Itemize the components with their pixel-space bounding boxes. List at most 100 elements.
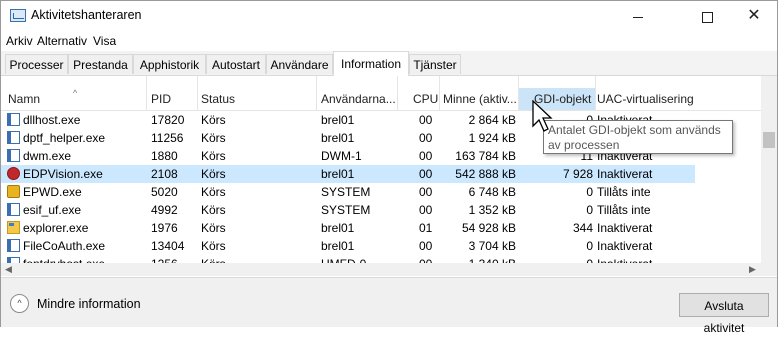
cell-status: Körs (201, 221, 226, 235)
menu-arkiv[interactable]: Arkiv (6, 34, 33, 48)
title-bar[interactable]: Aktivitetshanteraren ✕ (1, 1, 777, 31)
cell-cpu: 00 (419, 185, 433, 199)
maximize-button[interactable] (684, 1, 730, 31)
cell-user: SYSTEM (321, 185, 371, 199)
collapse-icon[interactable]: ^ (10, 294, 29, 313)
cell-memory: 2 864 kB (468, 113, 516, 127)
cell-uac: Tillåts inte (597, 185, 651, 199)
cell-name: esif_uf.exe (23, 203, 82, 217)
minimize-button[interactable] (615, 1, 661, 31)
cell-cpu: 01 (419, 221, 433, 235)
cell-pid: 4992 (151, 203, 178, 217)
column-header-uac[interactable]: UAC-virtualisering (597, 92, 694, 106)
cell-status: Körs (201, 149, 226, 163)
column-header-user[interactable]: Användarna... (321, 92, 396, 106)
task-manager-window: Aktivitetshanteraren ✕ Arkiv Alternativ … (0, 0, 778, 335)
cell-user: DWM-1 (321, 149, 362, 163)
cell-user: SYSTEM (321, 203, 371, 217)
table-row[interactable]: FileCoAuth.exe 13404 Körs brel01 00 3 704 kB 0… (1, 237, 761, 255)
footer-bar: ^ Mindre information Avsluta aktivitet (1, 277, 777, 335)
column-header-row: ^ Namn PID Status Användarna... CPU Minn… (1, 76, 761, 111)
scrollbar-thumb[interactable] (763, 132, 775, 148)
edpvision-icon (7, 167, 20, 180)
cell-memory: 163 784 kB (455, 149, 516, 163)
table-row[interactable]: esif_uf.exe 4992 Körs SYSTEM 00 1 352 kB 0 Till… (1, 201, 761, 219)
cell-name: dwm.exe (23, 149, 72, 163)
tab-prestanda[interactable]: Prestanda (68, 54, 133, 74)
tab-autostart[interactable]: Autostart (206, 54, 266, 74)
cell-cpu: 00 (419, 113, 433, 127)
horizontal-scrollbar[interactable]: ◀ ▶ (1, 263, 761, 276)
menu-bar: Arkiv Alternativ Visa (1, 31, 777, 51)
close-icon: ✕ (747, 7, 761, 24)
cell-gdi: 0 (586, 185, 593, 199)
less-details-link[interactable]: Mindre information (37, 297, 141, 311)
cell-cpu: 00 (419, 167, 433, 181)
column-header-cpu[interactable]: CPU (413, 92, 438, 106)
cell-user: brel01 (321, 221, 355, 235)
exe-icon (7, 149, 20, 162)
table-row[interactable]: EDPVision.exe 2108 Körs brel01 00 542 888 kB 7… (1, 165, 761, 183)
tab-apphistorik[interactable]: Apphistorik (133, 54, 206, 74)
column-header-name[interactable]: Namn (8, 92, 40, 106)
tab-tjanster[interactable]: Tjänster (409, 54, 461, 74)
cell-memory: 6 748 kB (468, 185, 516, 199)
cell-pid: 13404 (151, 239, 185, 253)
cell-cpu: 00 (419, 131, 433, 145)
cell-pid: 11256 (151, 131, 184, 145)
cell-uac: Inaktiverat (597, 167, 653, 181)
table-row[interactable]: EPWD.exe 5020 Körs SYSTEM 00 6 748 kB 0 Tillåts… (1, 183, 761, 201)
vertical-scrollbar[interactable] (761, 76, 777, 276)
exe-icon (7, 131, 20, 144)
column-header-pid[interactable]: PID (151, 92, 171, 106)
cell-status: Körs (201, 113, 226, 127)
cell-name: FileCoAuth.exe (23, 239, 106, 253)
minimize-icon (633, 16, 643, 18)
tab-anvandare[interactable]: Användare (266, 54, 333, 74)
cell-user: brel01 (321, 113, 355, 127)
exe-icon (7, 113, 20, 126)
process-details-table: ^ Namn PID Status Användarna... CPU Minn… (1, 76, 761, 276)
scroll-right-icon[interactable]: ▶ (749, 263, 756, 276)
cell-user: brel01 (321, 239, 355, 253)
exe-icon (7, 239, 20, 252)
close-button[interactable]: ✕ (731, 1, 777, 31)
cell-cpu: 00 (419, 203, 433, 217)
cell-status: Körs (201, 239, 226, 253)
cell-pid: 2108 (151, 167, 178, 181)
cell-status: Körs (201, 131, 226, 145)
cell-gdi: 0 (586, 203, 593, 217)
tab-information[interactable]: Information (333, 51, 409, 76)
cell-memory: 54 928 kB (461, 221, 516, 235)
cell-gdi: 7 928 (562, 167, 593, 181)
cell-memory: 1 352 kB (468, 203, 516, 217)
tab-strip: Processer Prestanda Apphistorik Autostar… (1, 51, 777, 76)
sort-ascending-icon: ^ (73, 88, 78, 98)
tab-processer[interactable]: Processer (5, 54, 68, 74)
cell-cpu: 00 (419, 149, 433, 163)
end-task-button[interactable]: Avsluta aktivitet (679, 293, 769, 335)
column-header-status[interactable]: Status (201, 92, 235, 106)
menu-alternativ[interactable]: Alternativ (37, 34, 87, 48)
cell-uac: Inaktiverat (597, 239, 653, 253)
cell-gdi: 344 (572, 221, 593, 235)
gdi-tooltip: Antalet GDI-objekt som används av proces… (543, 120, 733, 154)
cell-uac: Tillåts inte (597, 203, 651, 217)
cell-name: EPWD.exe (23, 185, 82, 199)
menu-visa[interactable]: Visa (93, 34, 116, 48)
mouse-cursor-icon (532, 100, 553, 132)
cell-name: explorer.exe (23, 221, 89, 235)
cell-name: dllhost.exe (23, 113, 81, 127)
folder-icon (7, 221, 20, 234)
table-row[interactable]: explorer.exe 1976 Körs brel01 01 54 928 kB 344… (1, 219, 761, 237)
cell-pid: 1880 (151, 149, 178, 163)
cell-memory: 1 924 kB (468, 131, 516, 145)
column-header-memory[interactable]: Minne (aktiv... (443, 92, 517, 106)
cell-user: brel01 (321, 131, 355, 145)
scroll-left-icon[interactable]: ◀ (5, 263, 12, 276)
cell-status: Körs (201, 185, 226, 199)
cell-uac: Inaktiverat (597, 221, 653, 235)
cell-cpu: 00 (419, 239, 433, 253)
maximize-icon (701, 11, 713, 23)
cell-memory: 3 704 kB (468, 239, 516, 253)
